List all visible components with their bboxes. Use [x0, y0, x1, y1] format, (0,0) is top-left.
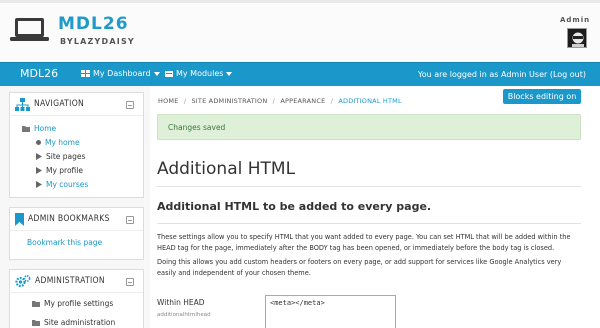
nav-item-label: My courses [46, 180, 89, 189]
within-head-label: Within HEAD [157, 298, 205, 307]
admin-bookmarks-title: ADMIN BOOKMARKS [28, 214, 110, 224]
site-subtitle: BYLAZYDAISY [60, 37, 135, 46]
my-dashboard-menu[interactable]: My Dashboard [81, 69, 160, 78]
admin-item-label: My profile settings [44, 299, 114, 308]
nav-item-label: Site pages [46, 152, 86, 161]
dock-icon[interactable] [126, 278, 134, 286]
sitemap-icon [15, 97, 30, 111]
navbar: MDL26 My Dashboard My Modules You are lo… [0, 62, 600, 86]
administration-header: ADMINISTRATION [10, 270, 143, 293]
cogs-icon [15, 274, 31, 287]
nav-item-home[interactable]: Home [22, 124, 56, 133]
my-dashboard-label: My Dashboard [93, 69, 151, 78]
page-title: Additional HTML [157, 159, 296, 179]
caret-down-icon [153, 71, 160, 76]
bookmark-this-page-link[interactable]: Bookmark this page [27, 238, 102, 247]
admin-item-my-profile-settings[interactable]: My profile settings [32, 299, 113, 308]
admin-bookmarks-header: ADMIN BOOKMARKS [10, 208, 143, 231]
dashboard-icon [81, 69, 90, 77]
avatar[interactable] [567, 28, 587, 48]
bookmark-icon [15, 212, 24, 226]
bookmark-link-label: Bookmark this page [27, 238, 103, 247]
arrow-right-icon [36, 181, 42, 188]
arrow-right-icon [36, 167, 42, 174]
blocks-editing-button[interactable]: Blocks editing on [503, 89, 581, 104]
nav-item-my-profile[interactable]: My profile [36, 166, 83, 175]
my-modules-label: My Modules [176, 69, 224, 78]
breadcrumb-separator: / [183, 97, 187, 105]
alert-message: Changes saved [168, 123, 226, 132]
divider [157, 186, 581, 187]
breadcrumb-appearance[interactable]: APPEARANCE [280, 97, 325, 105]
breadcrumb-current[interactable]: ADDITIONAL HTML [338, 97, 401, 105]
caret-down-icon [226, 71, 233, 76]
admin-item-label: Site administration [44, 318, 116, 327]
nav-item-label: My profile [46, 166, 83, 175]
site-title[interactable]: MDL26 [58, 14, 129, 34]
description-paragraph: These settings allow you to specify HTML… [157, 233, 571, 253]
nav-item-site-pages[interactable]: Site pages [36, 152, 85, 161]
nav-item-label: My home [45, 138, 80, 147]
folder-icon [22, 126, 30, 132]
breadcrumb-home[interactable]: HOME [158, 97, 179, 105]
nav-item-my-courses[interactable]: My courses [36, 180, 88, 189]
avatar-image-icon [568, 29, 586, 47]
description-paragraph: Doing this allows you add custom headers… [157, 257, 562, 277]
breadcrumb-site-admin[interactable]: SITE ADMINISTRATION [191, 97, 267, 105]
laptop-logo-icon[interactable] [10, 17, 50, 43]
breadcrumb-separator: / [330, 97, 334, 105]
admin-bookmarks-block: ADMIN BOOKMARKS Bookmark this page [9, 207, 144, 260]
admin-item-site-administration[interactable]: Site administration [32, 318, 115, 327]
dock-icon[interactable] [126, 101, 134, 109]
arrow-right-icon [36, 153, 42, 160]
modules-icon [165, 70, 173, 77]
section-title: Additional HTML to be added to every pag… [157, 200, 432, 213]
navigation-title: NAVIGATION [34, 99, 85, 109]
within-head-textarea[interactable]: <meta></meta> [265, 295, 396, 328]
user-name[interactable]: Admin [560, 16, 590, 24]
bullet-icon [36, 140, 41, 145]
nav-home-label: Home [34, 124, 57, 133]
divider [157, 223, 581, 224]
breadcrumb-separator: / [272, 97, 276, 105]
success-alert: Changes saved [157, 114, 581, 140]
login-info[interactable]: You are logged in as Admin User (Log out… [418, 70, 586, 79]
breadcrumb: HOME / SITE ADMINISTRATION / APPEARANCE … [158, 97, 402, 105]
navigation-block: NAVIGATION Home My home Site pages My pr… [9, 92, 144, 198]
within-head-setting-name: additionalhtmlhead [157, 312, 211, 318]
administration-title: ADMINISTRATION [35, 276, 105, 286]
administration-block: ADMINISTRATION My profile settings Site … [9, 269, 144, 328]
dock-icon[interactable] [126, 216, 134, 224]
folder-icon [32, 301, 40, 307]
folder-icon [32, 320, 40, 326]
my-modules-menu[interactable]: My Modules [165, 69, 233, 78]
navigation-block-header: NAVIGATION [10, 93, 143, 116]
nav-item-my-home[interactable]: My home [36, 138, 80, 147]
settings-description: These settings allow you to specify HTML… [157, 232, 577, 279]
navbar-brand[interactable]: MDL26 [20, 67, 58, 80]
